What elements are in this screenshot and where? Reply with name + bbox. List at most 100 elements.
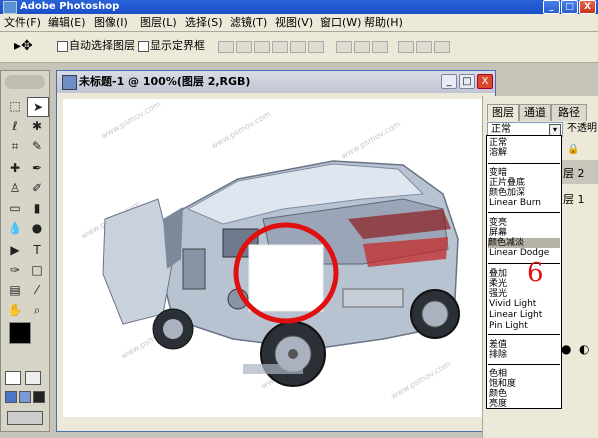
- move-tool-icon[interactable]: ➤: [27, 97, 49, 117]
- minimize-button[interactable]: _: [543, 0, 560, 14]
- document-maximize-button[interactable]: □: [459, 74, 475, 89]
- blend-option-dissolve[interactable]: 溶解: [489, 148, 507, 158]
- zoom-tool-icon[interactable]: ⌕: [27, 301, 47, 319]
- path-selection-tool-icon[interactable]: ▶: [5, 241, 25, 259]
- distribute-top-icon[interactable]: [336, 41, 352, 53]
- dodge-tool-icon[interactable]: ●: [27, 219, 47, 237]
- blend-option-color[interactable]: 颜色: [489, 389, 507, 399]
- blend-option-exclusion[interactable]: 排除: [489, 350, 507, 360]
- standard-mode-icon[interactable]: [5, 371, 21, 385]
- blend-option-color-burn[interactable]: 颜色加深: [489, 188, 525, 198]
- blend-option-linear-burn[interactable]: Linear Burn: [489, 198, 541, 208]
- blend-option-linear-light[interactable]: Linear Light: [489, 310, 542, 320]
- layer-row-2[interactable]: 层 2: [559, 160, 598, 184]
- auto-select-layer-checkbox[interactable]: [57, 41, 68, 52]
- distribute-right-icon[interactable]: [434, 41, 450, 53]
- blend-option-hue[interactable]: 色相: [489, 369, 507, 379]
- menu-edit[interactable]: 编辑(E): [48, 14, 86, 31]
- blend-option-darken[interactable]: 变暗: [489, 168, 507, 178]
- align-right-icon[interactable]: [308, 41, 324, 53]
- align-hcenter-icon[interactable]: [290, 41, 306, 53]
- distribute-left-icon[interactable]: [398, 41, 414, 53]
- screen-mode-standard-icon[interactable]: [5, 391, 17, 403]
- app-title-bar: Adobe Photoshop _ □ X: [0, 0, 598, 14]
- toolbox: ⬚ ➤ ℓ ✱ ⌗ ✎ ✚ ✒ ♙ ✐ ▭ ▮ 💧 ● ▶ T ✑ □ ▤ ⁄ …: [0, 70, 50, 432]
- marquee-tool-icon[interactable]: ⬚: [5, 97, 25, 115]
- options-bar: ▸✥ 自动选择图层 显示定界框: [0, 32, 598, 63]
- menu-select[interactable]: 选择(S): [185, 14, 223, 31]
- distribute-vcenter-icon[interactable]: [354, 41, 370, 53]
- maximize-button[interactable]: □: [561, 0, 578, 14]
- lock-icon[interactable]: 🔒: [567, 144, 579, 155]
- blend-option-soft-light[interactable]: 柔光: [489, 279, 507, 289]
- eraser-tool-icon[interactable]: ▭: [5, 199, 25, 217]
- blend-option-pin-light[interactable]: Pin Light: [489, 321, 528, 331]
- jump-to-imageready-icon[interactable]: [7, 411, 43, 425]
- document-icon: [62, 75, 77, 90]
- healing-brush-tool-icon[interactable]: ✚: [5, 159, 25, 177]
- distribute-bottom-icon[interactable]: [372, 41, 388, 53]
- tab-paths[interactable]: 路径: [551, 104, 587, 121]
- type-tool-icon[interactable]: T: [27, 241, 47, 259]
- blend-option-saturation[interactable]: 饱和度: [489, 379, 516, 389]
- layer-row-1[interactable]: 层 1: [559, 186, 598, 210]
- document-canvas[interactable]: www.psmov.com www.psmov.com www.psmov.co…: [63, 99, 483, 417]
- menu-help[interactable]: 帮助(H): [364, 14, 403, 31]
- align-top-icon[interactable]: [218, 41, 234, 53]
- blend-option-screen[interactable]: 屏幕: [489, 228, 507, 238]
- history-brush-tool-icon[interactable]: ✐: [27, 179, 47, 197]
- blend-option-overlay[interactable]: 叠加: [489, 269, 507, 279]
- document-close-button[interactable]: X: [477, 74, 493, 89]
- blend-option-multiply[interactable]: 正片叠底: [489, 178, 525, 188]
- crop-tool-icon[interactable]: ⌗: [5, 137, 25, 155]
- move-tool-preset-icon[interactable]: ▸✥: [14, 38, 33, 54]
- svg-text:www.psmov.com: www.psmov.com: [340, 119, 403, 160]
- layer-style-icon[interactable]: ●: [561, 342, 571, 356]
- blend-option-difference[interactable]: 差值: [489, 340, 507, 350]
- blend-option-lighten[interactable]: 变亮: [489, 218, 507, 228]
- tab-layers[interactable]: 图层: [487, 104, 519, 121]
- show-bounds-checkbox[interactable]: [138, 41, 149, 52]
- menu-file[interactable]: 文件(F): [4, 14, 41, 31]
- eyedropper-tool-icon[interactable]: ⁄: [27, 281, 47, 299]
- document-minimize-button[interactable]: _: [441, 74, 457, 89]
- menu-view[interactable]: 视图(V): [275, 14, 313, 31]
- document-title: 未标题-1 @ 100%(图层 2,RGB): [79, 75, 251, 88]
- brush-tool-icon[interactable]: ✒: [27, 159, 47, 177]
- rectangle-tool-icon[interactable]: □: [27, 261, 47, 279]
- lasso-tool-icon[interactable]: ℓ: [5, 117, 25, 135]
- blend-option-vivid-light[interactable]: Vivid Light: [489, 299, 536, 309]
- document-window: 未标题-1 @ 100%(图层 2,RGB) _ □ X www.psmov.c…: [56, 70, 496, 432]
- car-cutaway-image: www.psmov.com www.psmov.com www.psmov.co…: [80, 99, 460, 401]
- gradient-tool-icon[interactable]: ▮: [27, 199, 47, 217]
- screen-mode-menu-icon[interactable]: [19, 391, 31, 403]
- blend-option-normal[interactable]: 正常: [489, 138, 507, 148]
- align-left-icon[interactable]: [272, 41, 288, 53]
- slice-tool-icon[interactable]: ✎: [27, 137, 47, 155]
- distribute-hcenter-icon[interactable]: [416, 41, 432, 53]
- foreground-color-swatch[interactable]: [9, 322, 31, 344]
- notes-tool-icon[interactable]: ▤: [5, 281, 25, 299]
- blend-option-linear-dodge[interactable]: Linear Dodge: [489, 248, 549, 258]
- blur-tool-icon[interactable]: 💧: [5, 219, 25, 237]
- blend-option-color-dodge[interactable]: 颜色减淡: [488, 238, 560, 248]
- align-vcenter-icon[interactable]: [236, 41, 252, 53]
- photoshop-app-icon: [3, 1, 17, 14]
- hand-tool-icon[interactable]: ✋: [5, 301, 25, 319]
- pen-tool-icon[interactable]: ✑: [5, 261, 25, 279]
- close-button[interactable]: X: [579, 0, 596, 14]
- clone-stamp-tool-icon[interactable]: ♙: [5, 179, 25, 197]
- tab-channels[interactable]: 通道: [519, 104, 551, 121]
- blend-option-hard-light[interactable]: 强光: [489, 289, 507, 299]
- menu-window[interactable]: 窗口(W): [320, 14, 361, 31]
- magic-wand-tool-icon[interactable]: ✱: [27, 117, 47, 135]
- menu-filter[interactable]: 滤镜(T): [230, 14, 267, 31]
- menu-layer[interactable]: 图层(L): [140, 14, 177, 31]
- blend-option-luminosity[interactable]: 亮度: [489, 399, 507, 409]
- quick-mask-mode-icon[interactable]: [25, 371, 41, 385]
- align-bottom-icon[interactable]: [254, 41, 270, 53]
- adjustment-layer-icon[interactable]: ◐: [579, 342, 589, 356]
- step-number-annotation: 6: [527, 258, 544, 288]
- menu-image[interactable]: 图像(I): [94, 14, 128, 31]
- screen-mode-full-icon[interactable]: [33, 391, 45, 403]
